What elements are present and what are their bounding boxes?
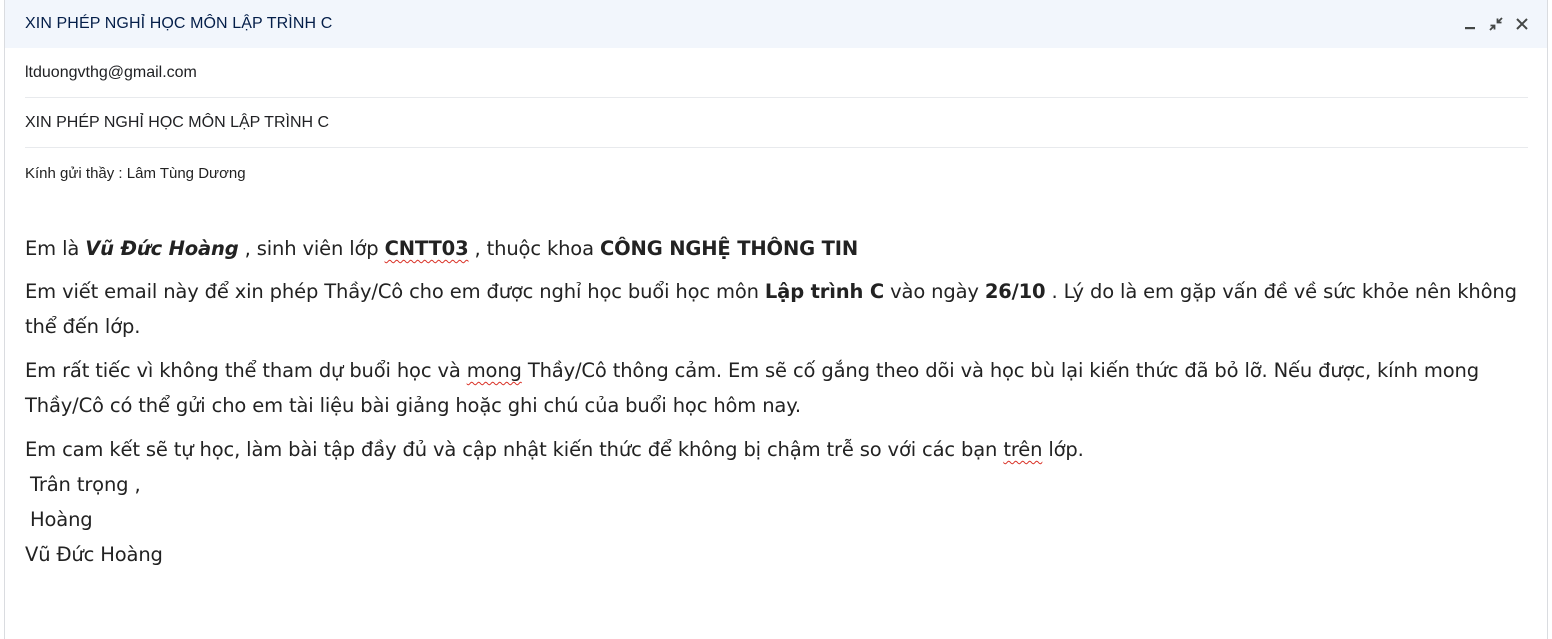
minimize-icon[interactable] — [1459, 13, 1481, 35]
text-run: lớp. — [1042, 438, 1084, 461]
subject-text: XIN PHÉP NGHỈ HỌC MÔN LẬP TRÌNH C — [25, 113, 330, 131]
signature-short: Hoàng — [30, 508, 93, 531]
compose-window: XIN PHÉP NGHỈ HỌC MÔN LẬP TRÌNH C ltduon… — [4, 0, 1548, 639]
paragraph-apology: Em rất tiếc vì không thể tham dự buổi họ… — [25, 353, 1527, 423]
absence-date: 26/10 — [984, 280, 1046, 303]
exit-fullscreen-icon[interactable] — [1485, 13, 1507, 35]
text-run: vào ngày — [884, 280, 985, 303]
closing-line: Trân trọng , — [30, 473, 141, 496]
text-run: Em viết email này để xin phép Thầy/Cô ch… — [25, 280, 765, 303]
course-name: Lập trình C — [764, 280, 885, 303]
greeting-line: Kính gửi thầy : Lâm Tùng Dương — [25, 165, 246, 182]
text-run: , sinh viên lớp — [238, 237, 385, 260]
misspelled-word: trên — [1003, 438, 1043, 461]
window-controls — [1459, 13, 1533, 35]
recipients-field[interactable]: ltduongvthg@gmail.com — [25, 48, 1528, 98]
text-run: Em rất tiếc vì không thể tham dự buổi họ… — [25, 359, 467, 382]
faculty-name: CÔNG NGHỆ THÔNG TIN — [599, 237, 859, 260]
subject-field[interactable]: XIN PHÉP NGHỈ HỌC MÔN LẬP TRÌNH C — [25, 98, 1528, 148]
text-run: Em là — [25, 237, 86, 260]
compose-header[interactable]: XIN PHÉP NGHỈ HỌC MÔN LẬP TRÌNH C — [5, 0, 1547, 48]
paragraph-commitment: Em cam kết sẽ tự học, làm bài tập đầy đủ… — [25, 432, 1527, 467]
paragraph-intro: Em là Vũ Đức Hoàng , sinh viên lớp CNTT0… — [25, 231, 1527, 266]
close-icon[interactable] — [1511, 13, 1533, 35]
class-code: CNTT03 — [384, 237, 469, 260]
signature-full: Vũ Đức Hoàng — [25, 543, 163, 566]
message-body[interactable]: Kính gửi thầy : Lâm Tùng Dương Em là Vũ … — [5, 165, 1547, 572]
text-run: , thuộc khoa — [468, 237, 600, 260]
body-paragraphs: Em là Vũ Đức Hoàng , sinh viên lớp CNTT0… — [25, 231, 1527, 572]
compose-title: XIN PHÉP NGHỈ HỌC MÔN LẬP TRÌNH C — [25, 15, 333, 32]
text-run: Em cam kết sẽ tự học, làm bài tập đầy đủ… — [25, 438, 1004, 461]
recipient-address: ltduongvthg@gmail.com — [25, 63, 197, 81]
student-name: Vũ Đức Hoàng — [85, 237, 239, 260]
paragraph-request: Em viết email này để xin phép Thầy/Cô ch… — [25, 274, 1527, 344]
misspelled-word: mong — [466, 359, 522, 382]
